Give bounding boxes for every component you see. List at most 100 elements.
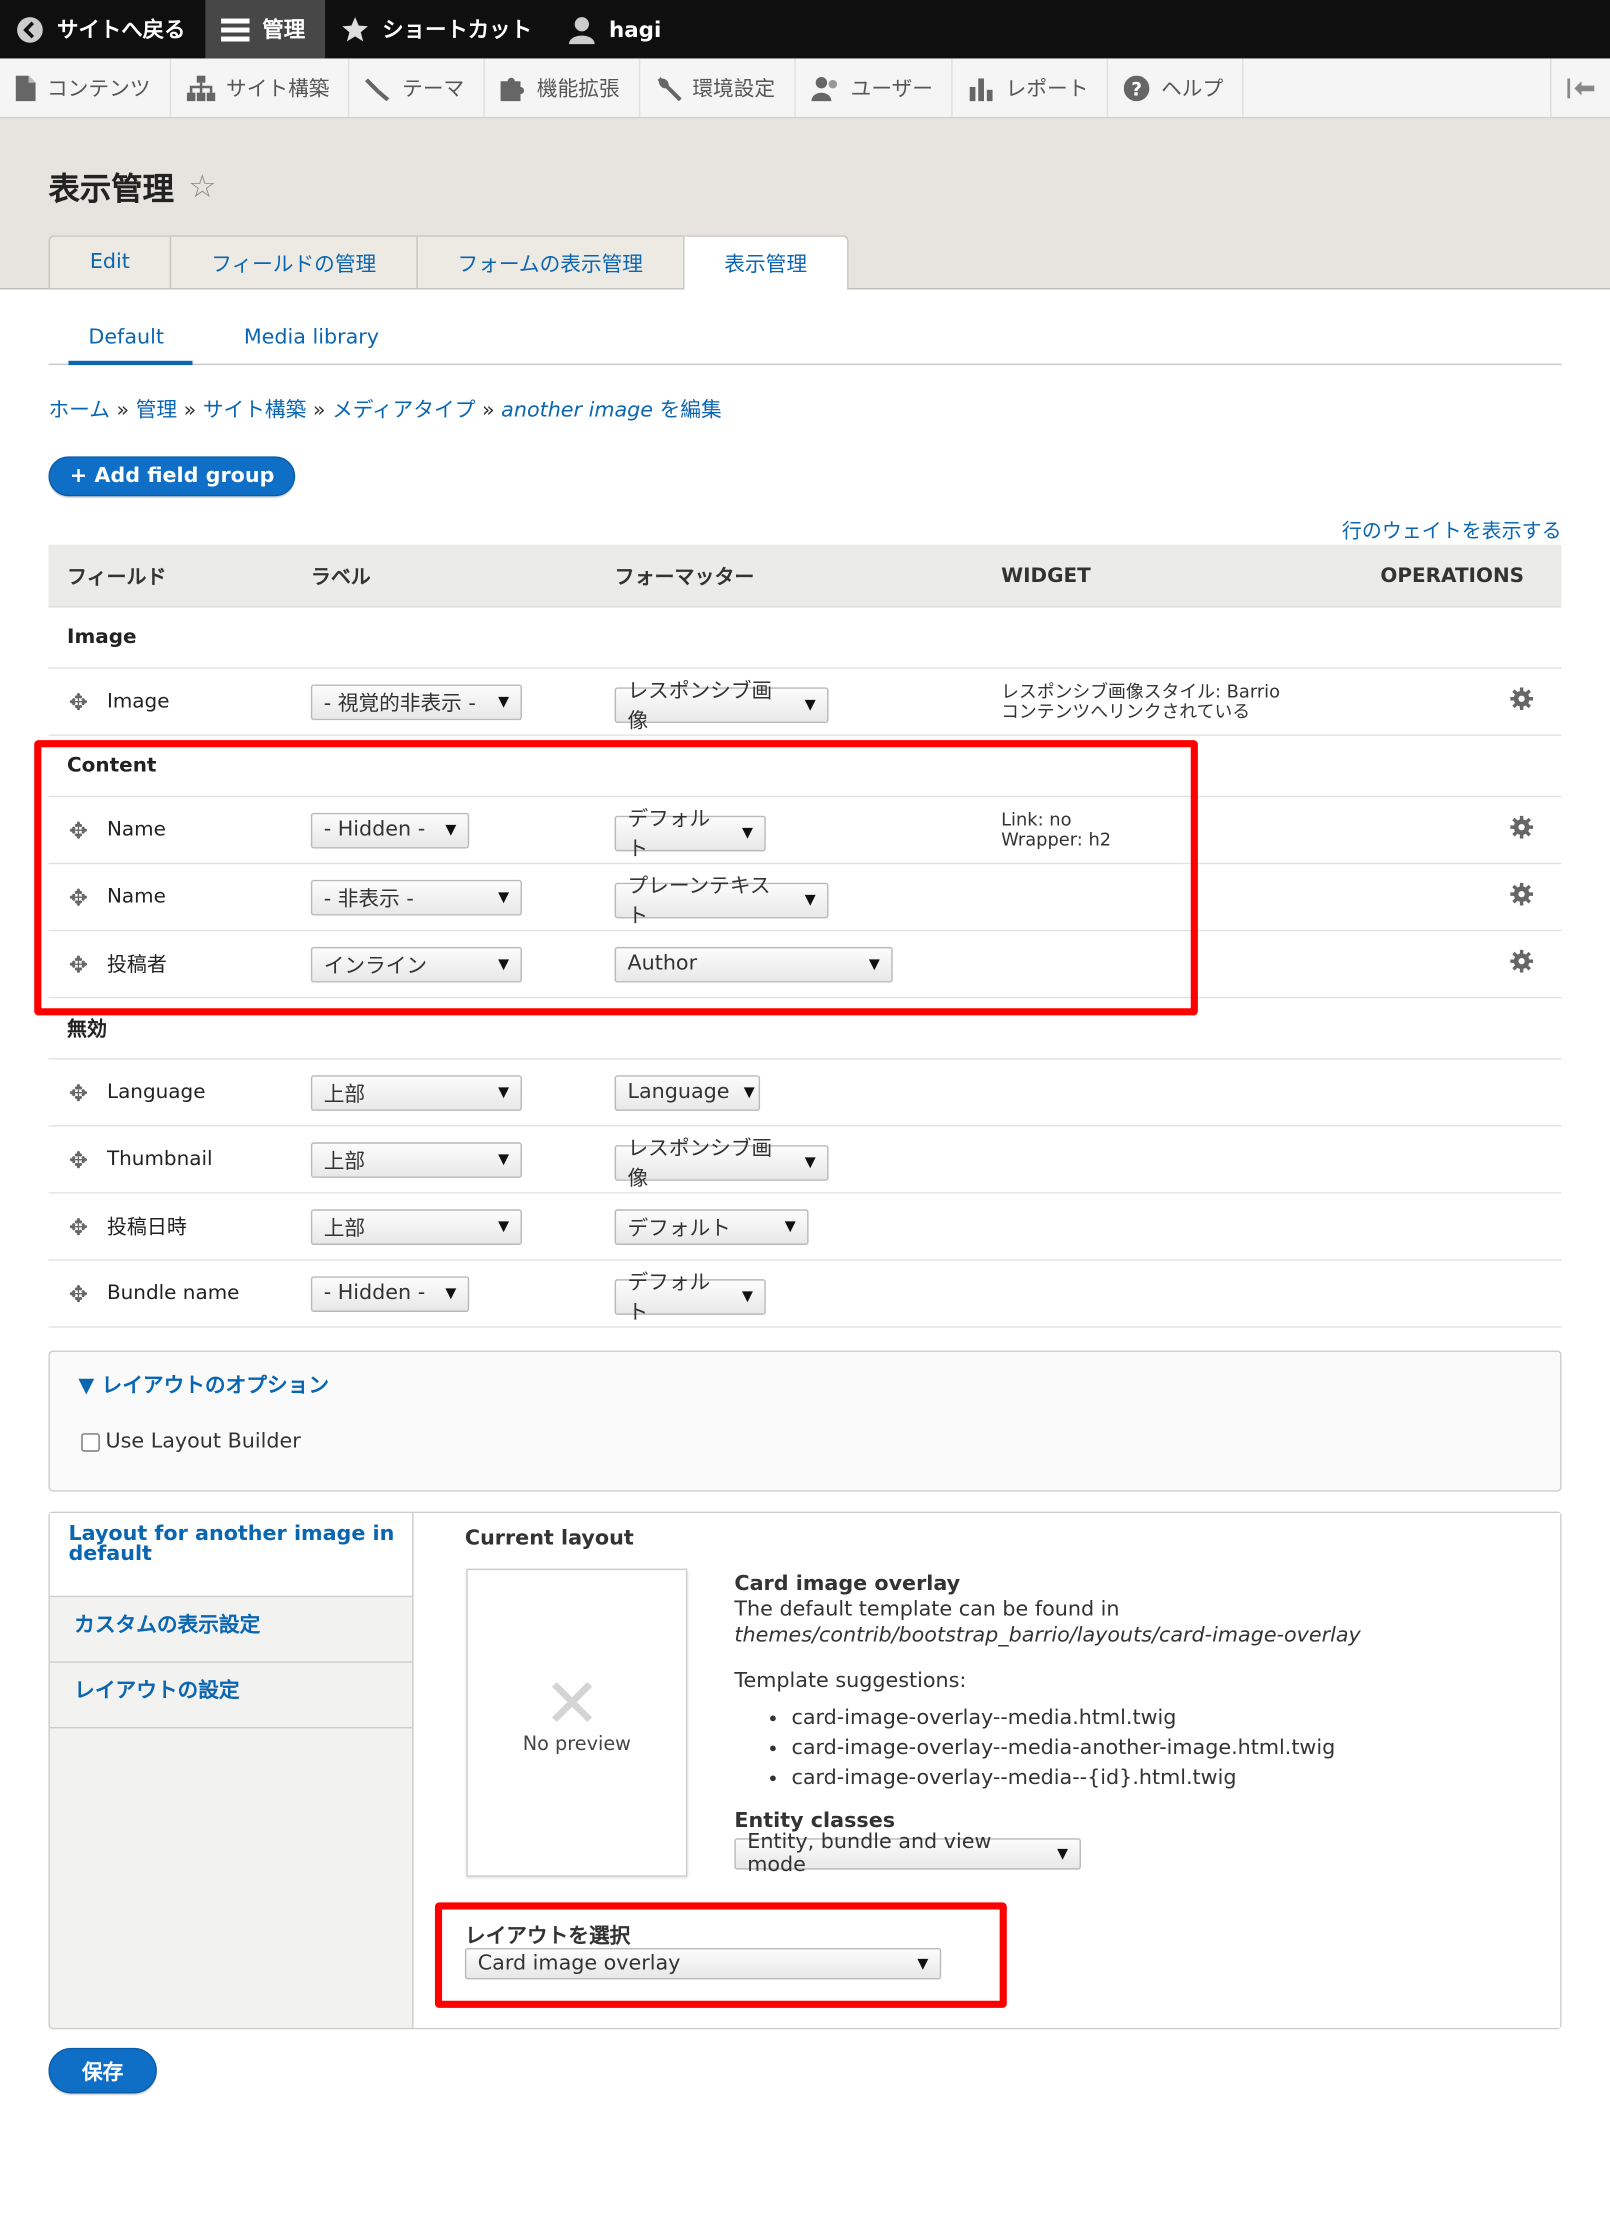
column-header-widget: WIDGET [1001, 564, 1091, 587]
shortcuts-menu[interactable]: ショートカット [325, 0, 552, 58]
dropdown-arrow-icon: ▼ [498, 1084, 510, 1101]
breadcrumb-current[interactable]: another image を編集 [501, 399, 721, 422]
layout-name: Card image overlay [734, 1572, 961, 1596]
paintbrush-icon [365, 77, 390, 101]
widget-summary-line: レスポンシブ画像スタイル: Barrio [1001, 680, 1281, 702]
drag-handle-icon[interactable]: ✥ [67, 1079, 90, 1106]
tab-default[interactable]: Default [48, 315, 203, 366]
breadcrumb-current-italic: another image [501, 399, 654, 423]
bar-chart-icon [970, 77, 993, 101]
breadcrumb-structure[interactable]: サイト構築 [203, 399, 306, 422]
show-row-weights-link[interactable]: 行のウェイトを表示する [1342, 516, 1562, 545]
field-name: Language [106, 1080, 206, 1104]
formatter-select[interactable]: デフォルト ▼ [614, 1208, 809, 1245]
dropdown-arrow-icon: ▼ [741, 1288, 753, 1305]
tray-item-extend[interactable]: 機能拡張 [484, 58, 640, 117]
no-preview-text: No preview [522, 1732, 631, 1756]
layout-options-toggle[interactable]: ▼ レイアウトのオプション [78, 1369, 329, 1399]
vtab-layout[interactable]: Layout for another image in default [49, 1513, 413, 1598]
breadcrumb-home[interactable]: ホーム [48, 399, 109, 422]
back-to-site-link[interactable]: サイトへ戻る [0, 0, 205, 58]
select-value: 上部 [323, 1150, 366, 1173]
label-select[interactable]: - Hidden - ▼ [310, 1275, 470, 1312]
layout-info: Card image overlay The default template … [734, 1572, 1360, 1796]
tab-edit[interactable]: Edit [48, 235, 170, 289]
help-icon: ? [1124, 74, 1150, 101]
tray-item-reports[interactable]: レポート [953, 58, 1109, 117]
dropdown-arrow-icon: ▼ [804, 1154, 816, 1171]
gear-icon[interactable] [1510, 687, 1534, 716]
select-value: Entity, bundle and view mode [747, 1831, 992, 1877]
formatter-select[interactable]: デフォルト ▼ [614, 1272, 766, 1325]
add-field-group-button[interactable]: + Add field group [48, 456, 296, 497]
tray-item-structure[interactable]: サイト構築 [170, 58, 350, 117]
entity-classes-select[interactable]: Entity, bundle and view mode ▼ [734, 1831, 1081, 1877]
wrench-icon [656, 76, 681, 101]
dropdown-arrow-icon: ▼ [445, 1285, 457, 1302]
formatter-select[interactable]: Language ▼ [614, 1074, 761, 1111]
breadcrumb-media-types[interactable]: メディアタイプ [332, 399, 475, 422]
tray-item-label: 環境設定 [692, 78, 776, 102]
user-menu[interactable]: hagi [552, 0, 681, 58]
back-arrow-icon [14, 14, 45, 45]
tray-item-help[interactable]: ? ヘルプ [1108, 58, 1244, 117]
formatter-select[interactable]: レスポンシブ画像 ▼ [614, 1138, 829, 1191]
hamburger-icon [220, 14, 251, 45]
tab-media-library[interactable]: Media library [204, 315, 399, 363]
tab-manage-fields[interactable]: フィールドの管理 [169, 235, 417, 289]
document-icon [15, 74, 36, 101]
column-header-label: ラベル [310, 565, 371, 589]
gear-icon[interactable] [1510, 949, 1534, 979]
gear-icon[interactable] [1510, 815, 1534, 845]
puzzle-icon [499, 77, 524, 101]
gear-icon[interactable] [1510, 882, 1534, 912]
dropdown-arrow-icon: ▼ [784, 1218, 796, 1235]
breadcrumb-separator: » [183, 399, 203, 423]
breadcrumb-current-suffix: を編集 [653, 399, 722, 423]
tray-item-people[interactable]: ユーザー [795, 58, 953, 117]
current-layout-heading: Current layout [464, 1527, 634, 1551]
dropdown-arrow-icon: ▼ [743, 1084, 755, 1101]
label-select[interactable]: 上部 ▼ [310, 1208, 522, 1245]
breadcrumb-admin[interactable]: 管理 [136, 399, 177, 422]
select-value: - 視覚的非表示 - [323, 692, 476, 716]
tab-manage-display[interactable]: 表示管理 [682, 235, 849, 290]
column-header-operations: OPERATIONS [1380, 564, 1525, 587]
tray-item-appearance[interactable]: テーマ [349, 58, 485, 117]
shortcut-star-icon[interactable]: ☆ [188, 169, 216, 205]
vtab-layout-settings[interactable]: レイアウトの設定 [49, 1663, 413, 1729]
list-item: card-image-overlay--media--{id}.html.twi… [791, 1765, 1360, 1791]
tray-item-label: 機能拡張 [536, 78, 620, 102]
drag-handle-icon[interactable]: ✥ [67, 1213, 90, 1240]
table-row: ✥ Thumbnail 上部 ▼ レスポンシブ画像 ▼ [48, 1127, 1562, 1194]
tab-manage-form-display[interactable]: フォームの表示管理 [416, 235, 683, 289]
manage-menu[interactable]: 管理 [205, 0, 326, 59]
layout-preview: ✕ No preview [466, 1568, 688, 1877]
manage-label: 管理 [262, 17, 306, 43]
tray-item-content[interactable]: コンテンツ [0, 58, 171, 117]
page-title: 表示管理 ☆ [48, 164, 216, 210]
label-select[interactable]: - 視覚的非表示 - ▼ [310, 683, 522, 720]
drag-handle-icon[interactable]: ✥ [67, 688, 90, 715]
label-select[interactable]: 上部 ▼ [310, 1141, 522, 1178]
use-layout-builder-checkbox[interactable] [81, 1432, 100, 1452]
dropdown-arrow-icon: ▼ [498, 1218, 510, 1235]
dropdown-arrow-icon: ▼ [1057, 1846, 1069, 1862]
drag-handle-icon[interactable]: ✥ [67, 1146, 90, 1173]
drag-handle-icon[interactable]: ✥ [67, 1280, 90, 1307]
tray-item-config[interactable]: 環境設定 [640, 58, 796, 117]
label-select[interactable]: 上部 ▼ [310, 1074, 522, 1111]
breadcrumb: ホーム » 管理 » サイト構築 » メディアタイプ » another ima… [48, 394, 1561, 424]
save-button[interactable]: 保存 [48, 2047, 157, 2094]
page-header: 表示管理 ☆ Edit フィールドの管理 フォームの表示管理 表示管理 [0, 118, 1610, 290]
vtab-custom-display-settings[interactable]: カスタムの表示設定 [49, 1597, 413, 1663]
primary-tabs: Edit フィールドの管理 フォームの表示管理 表示管理 [48, 235, 849, 290]
tray-item-label: レポート [1005, 78, 1089, 102]
field-name: Image [106, 690, 170, 714]
user-icon [566, 14, 597, 45]
formatter-select[interactable]: レスポンシブ画像 ▼ [614, 681, 829, 733]
use-layout-builder-label: Use Layout Builder [105, 1430, 301, 1454]
column-header-formatter: フォーマッター [614, 565, 755, 589]
use-layout-builder-option[interactable]: Use Layout Builder [81, 1430, 301, 1454]
tray-orientation-toggle[interactable] [1550, 58, 1610, 117]
